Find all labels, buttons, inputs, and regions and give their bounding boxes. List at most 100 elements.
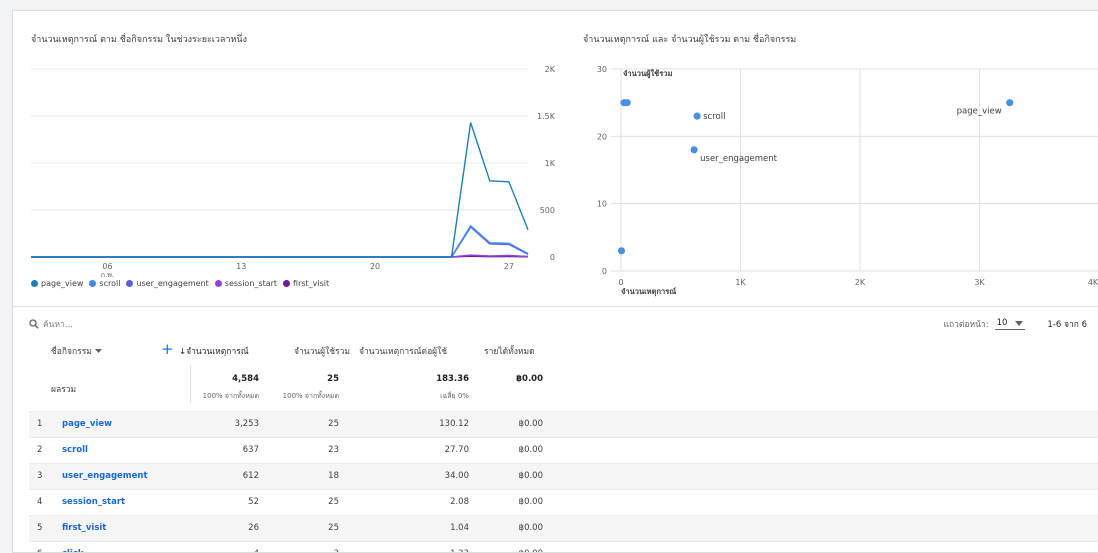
legend-item[interactable]: user_engagement [126,279,209,288]
add-dimension-button[interactable]: + [161,340,174,358]
line-chart-y-tick: 1K [545,159,556,168]
legend-dot [214,280,222,287]
cell-revenue: ฿0.00 [518,523,543,533]
scatter-x-label: จำนวนเหตุการณ์ [621,287,676,296]
scatter-point[interactable] [693,112,701,120]
search-icon [29,319,39,329]
legend-label: first_visit [293,279,330,288]
total-users-sub: 100% จากทั้งหมด [282,392,339,400]
row-index: 6 [37,549,42,552]
legend-dot [89,280,97,287]
table-body: 1 page_view 3,253 25 130.12 ฿0.00 2 scroll 637 23… [29,411,1098,552]
line-chart-legend: page_view scroll user_engagement session_st… [31,279,329,288]
scatter-point-label: scroll [703,112,725,122]
line-chart-x-tick: 27 [504,262,514,271]
caret-down-icon [94,349,102,353]
legend-dot [31,280,38,287]
rows-per-page-label: แถวต่อหน้า: [943,320,989,330]
header-total-users[interactable]: จำนวนผู้ใช้รวม [294,344,350,358]
rows-per-page-select[interactable]: 10 [994,318,1026,330]
row-index: 5 [37,523,43,533]
cell-total-users: 25 [328,523,339,533]
pagination-range: 1-6 จาก 6 [1047,320,1087,330]
legend-label: page_view [41,279,84,288]
cell-revenue: ฿0.00 [518,497,543,507]
scatter-point[interactable] [617,247,626,255]
legend-dot [126,280,134,287]
line-chart-y-tick: 2K [545,65,556,74]
line-chart-y-tick: 1.5K [537,112,556,121]
scatter-point[interactable] [620,99,628,107]
cell-revenue: ฿0.00 [518,445,543,455]
legend-dot [283,280,291,287]
header-event-count[interactable]: ↓จำนวนเหตุการณ์ [179,344,249,358]
line-chart-y-tick: 0 [550,253,555,262]
cell-revenue: ฿0.00 [518,471,543,481]
scatter-chart-title: จำนวนเหตุการณ์ และ จำนวนผู้ใช้รวม ตาม ชื… [583,35,797,45]
line-chart-x-month: ก.พ. [101,271,114,279]
cell-event-count: 637 [242,445,259,455]
events-table: ชื่อกิจกรรม + ↓จำนวนเหตุการณ์ จำนวนผู้ใช… [29,339,1098,552]
scatter-y-tick: 20 [597,132,607,141]
total-events-per-user: 183.36 [436,374,469,384]
header-events-per-user[interactable]: จำนวนเหตุการณ์ต่อผู้ใช้ [359,344,447,358]
scatter-y-label: จำนวนผู้ใช้รวม [623,69,672,79]
legend-item[interactable]: session_start [214,279,278,288]
legend-label: session_start [224,279,278,288]
total-revenue: ฿0.00 [516,374,543,384]
event-name-link[interactable]: scroll [62,445,88,455]
row-index: 3 [37,471,43,481]
cell-events-per-user: 27.70 [444,445,469,455]
line-chart-x-tick: 20 [370,262,380,271]
line-series-page_view[interactable] [31,122,529,258]
event-name-link[interactable]: session_start [62,497,125,507]
header-event-name[interactable]: ชื่อกิจกรรม [51,344,102,358]
scatter-point[interactable] [1006,99,1014,107]
cell-revenue: ฿0.00 [519,549,543,552]
legend-label: user_engagement [136,279,209,288]
event-name-link[interactable]: click [62,549,84,552]
event-name-link[interactable]: user_engagement [62,471,148,481]
legend-item[interactable]: first_visit [283,279,329,288]
cell-event-count: 4 [254,549,259,552]
search-box[interactable]: ค้นหา... [29,317,73,331]
legend-label: scroll [99,279,121,288]
table-row[interactable]: 4 session_start 52 25 2.08 ฿0.00 [29,489,1098,515]
table-row[interactable]: 5 first_visit 26 25 1.04 ฿0.00 [29,515,1098,541]
cell-total-users: 18 [328,471,339,481]
event-name-link[interactable]: page_view [62,419,112,429]
totals-row: ผลรวม 4,584 100% จากทั้งหมด 25 100% จากท… [29,361,1098,411]
event-name-link[interactable]: first_visit [62,523,106,533]
line-chart-title: จำนวนเหตุการณ์ ตาม ชื่อกิจกรรม ในช่วงระย… [31,35,247,45]
table-row[interactable]: 1 page_view 3,253 25 130.12 ฿0.00 [29,411,1098,437]
scatter-point-label: user_engagement [700,154,778,164]
cell-events-per-user: 2.08 [450,497,469,507]
rows-per-page-value: 10 [996,318,1008,328]
cell-events-per-user: 1.04 [450,523,469,533]
header-event-name-label: ชื่อกิจกรรม [51,347,92,357]
row-index: 1 [37,419,43,429]
scatter-x-tick: 2K [855,278,866,287]
report-card: จำนวนเหตุการณ์ ตาม ชื่อกิจกรรม ในช่วงระย… [12,10,1098,553]
scatter-x-tick: 4K [1088,278,1098,287]
row-index: 4 [37,497,43,507]
legend-item[interactable]: page_view [31,279,83,288]
cell-total-users: 23 [328,445,339,455]
table-row[interactable]: 6 click 4 3 1.33 ฿0.00 [29,541,1098,552]
scatter-point[interactable] [690,146,698,154]
line-chart: 2K 1.5K 1K 500 0 06 13 20 27 ก.พ. [31,65,556,279]
column-separator [190,365,191,403]
row-index: 2 [37,445,43,455]
search-placeholder: ค้นหา... [43,320,73,330]
total-event-count-sub: 100% จากทั้งหมด [202,392,259,400]
header-total-revenue[interactable]: รายได้ทั้งหมด [484,344,535,358]
line-chart-x-tick: 13 [236,262,246,271]
cell-event-count: 3,253 [234,419,259,429]
table-row[interactable]: 3 user_engagement 612 18 34.00 ฿0.00 [29,463,1098,489]
total-users: 25 [327,374,339,384]
table-row[interactable]: 2 scroll 637 23 27.70 ฿0.00 [29,437,1098,463]
total-events-per-user-sub: เฉลี่ย 0% [440,392,469,400]
scatter-x-tick: 1K [735,278,746,287]
totals-label: ผลรวม [51,385,77,395]
legend-item[interactable]: scroll [89,279,120,288]
